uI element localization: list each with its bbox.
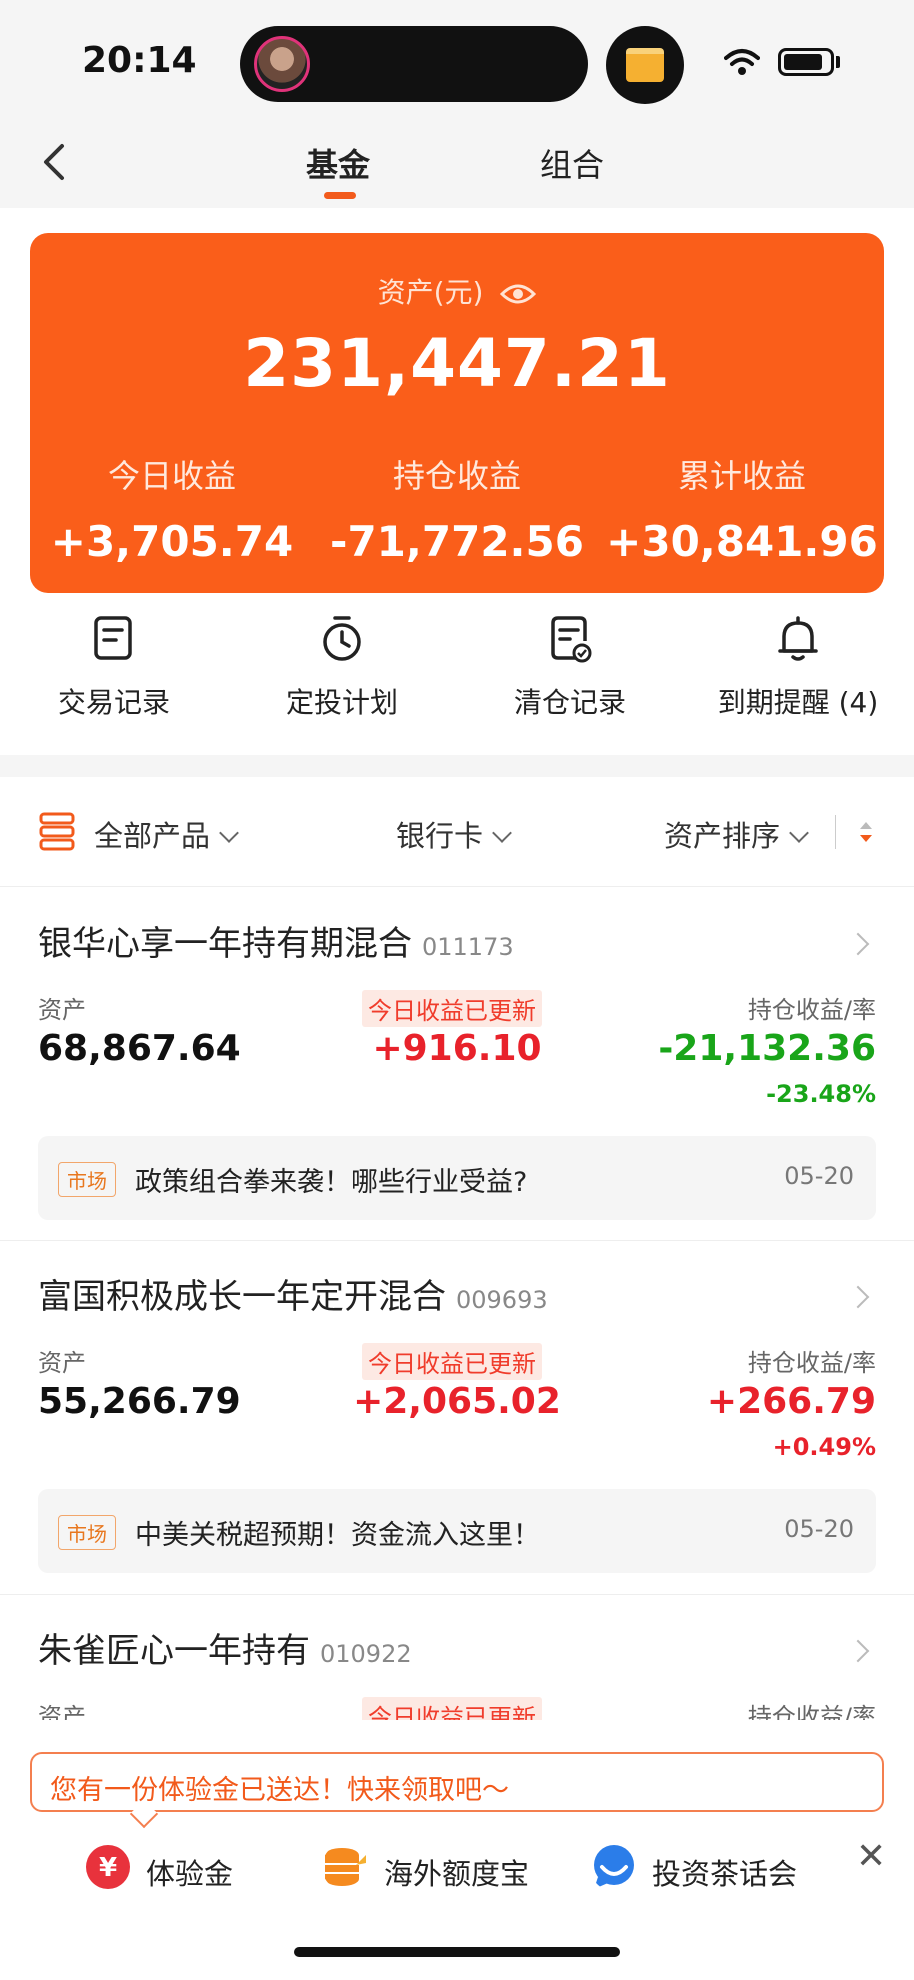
fund-name: 银华心享一年持有期混合 011173 — [38, 924, 514, 964]
filter-bar: 全部产品 银行卡 资产排序 — [0, 777, 914, 887]
fund-news[interactable]: 市场 政策组合拳来袭！哪些行业受益? 05-20 — [38, 1136, 876, 1220]
fund-code: 010922 — [320, 1640, 412, 1668]
news-tag: 市场 — [58, 1162, 116, 1197]
chevron-right-icon — [846, 1639, 870, 1663]
fund-name: 朱雀匠心一年持有 010922 — [38, 1631, 412, 1671]
fund-item[interactable]: 银华心享一年持有期混合 011173 资产 今日收益已更新 持仓收益/率 68,8… — [0, 888, 914, 1241]
tab-portfolio[interactable]: 组合 — [540, 140, 604, 186]
action-cleared-records[interactable]: 清仓记录 — [456, 615, 684, 721]
status-badge: 今日收益已更新 — [362, 990, 542, 1027]
chevron-down-icon — [789, 823, 809, 843]
fund-item[interactable]: 朱雀匠心一年持有 010922 资产 今日收益已更新 持仓收益/率 — [0, 1595, 914, 1735]
tab-fund[interactable]: 基金 — [306, 140, 370, 186]
chevron-down-icon — [219, 823, 239, 843]
news-tag: 市场 — [58, 1515, 116, 1550]
filter-sort[interactable]: 资产排序 — [664, 813, 809, 855]
package-icon[interactable] — [606, 26, 684, 104]
action-maturity-reminder[interactable]: 到期提醒 (4) — [684, 615, 912, 721]
stat-holding: 持仓收益 -71,772.56 — [330, 457, 584, 566]
chevron-down-icon — [492, 823, 512, 843]
home-indicator — [294, 1947, 620, 1957]
battery-icon — [778, 48, 834, 76]
top-nav: 基金 组合 — [0, 120, 914, 208]
document-icon — [94, 616, 132, 660]
product-list-icon — [39, 812, 75, 851]
coin-stack-icon — [325, 1848, 366, 1886]
bell-icon — [778, 616, 818, 661]
stat-cumulative: 累计收益 +30,841.96 — [606, 457, 878, 566]
yen-icon: ¥ — [86, 1845, 130, 1889]
chevron-right-icon — [846, 1285, 870, 1309]
dynamic-island — [240, 26, 588, 102]
eye-icon[interactable] — [500, 282, 537, 306]
chat-bubble-icon — [594, 1845, 634, 1889]
fund-holding-rate: +0.49% — [772, 1433, 876, 1461]
fund-code: 009693 — [456, 1286, 548, 1314]
chevron-right-icon — [846, 932, 870, 956]
status-bar: 20:14 — [0, 0, 914, 120]
fund-name: 富国积极成长一年定开混合 009693 — [38, 1277, 548, 1317]
filter-all-products[interactable]: 全部产品 — [94, 813, 239, 855]
promo-tooltip[interactable]: 您有一份体验金已送达！快来领取吧～ — [30, 1752, 884, 1812]
fund-holding-rate: -23.48% — [766, 1080, 876, 1108]
close-icon[interactable]: ✕ — [856, 1836, 886, 1877]
asset-total: 231,447.21 — [243, 325, 671, 402]
svg-text:¥: ¥ — [99, 1853, 117, 1883]
asset-title: 资产(元) — [30, 271, 884, 311]
cleared-record-icon — [551, 616, 592, 663]
fund-holding-gain: +266.79 — [706, 1381, 876, 1422]
action-trade-records[interactable]: 交易记录 — [0, 615, 228, 721]
filter-bank-card[interactable]: 银行卡 — [396, 813, 512, 855]
fund-news[interactable]: 市场 中美关税超预期！资金流入这里！ 05-20 — [38, 1489, 876, 1573]
status-time: 20:14 — [82, 40, 197, 81]
sort-order-icon[interactable] — [858, 819, 874, 845]
timer-icon — [323, 616, 361, 661]
asset-summary-card[interactable]: 资产(元) 231,447.21 今日收益 +3,705.74 持仓收益 -71… — [30, 233, 884, 593]
tab-indicator — [324, 192, 356, 199]
avatar — [254, 36, 310, 92]
fund-code: 011173 — [422, 933, 514, 961]
fund-holding-gain: -21,132.36 — [658, 1028, 876, 1069]
status-badge: 今日收益已更新 — [362, 1343, 542, 1380]
stat-today: 今日收益 +3,705.74 — [50, 457, 294, 566]
fund-item[interactable]: 富国积极成长一年定开混合 009693 资产 今日收益已更新 持仓收益/率 55,… — [0, 1241, 914, 1595]
action-auto-invest[interactable]: 定投计划 — [228, 615, 456, 721]
back-icon[interactable] — [36, 140, 76, 184]
wifi-icon — [724, 49, 760, 75]
